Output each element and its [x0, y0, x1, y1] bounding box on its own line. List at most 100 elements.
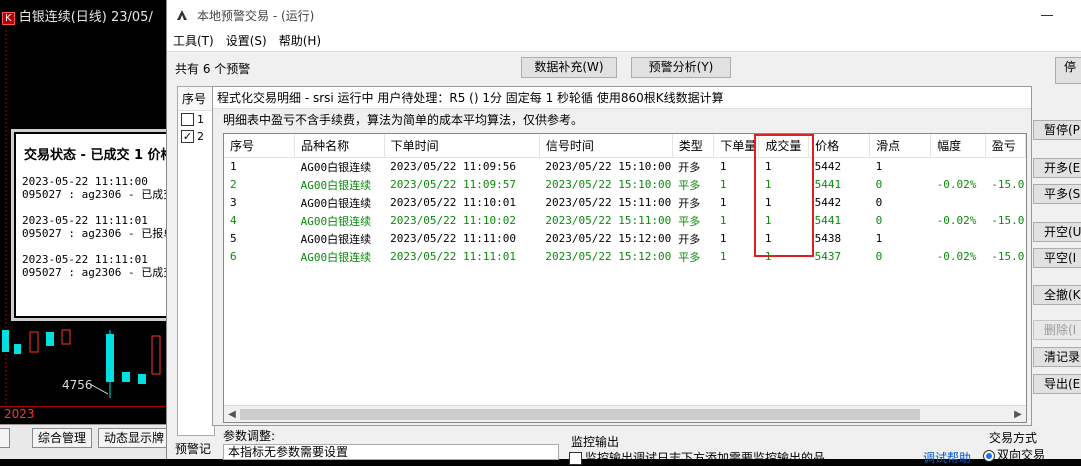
alert-list-row[interactable]: 1	[178, 111, 214, 128]
alert-analysis-button[interactable]: 预警分析(Y)	[631, 57, 731, 78]
cell: 1	[764, 232, 772, 245]
col-header-index[interactable]: 序号	[224, 134, 296, 158]
col-header-range[interactable]: 幅度	[930, 134, 986, 158]
cell	[931, 157, 986, 176]
stop-button[interactable]: 停	[1055, 57, 1081, 84]
cell: 平多	[678, 250, 701, 264]
monitor-output-text: 监控输出调试日志下方添加需要监控输出的品	[585, 451, 826, 465]
scrollbar-thumb[interactable]	[240, 409, 920, 420]
cell: 5441	[814, 214, 842, 227]
cell: AG00白银连续	[300, 178, 372, 192]
col-header-slippage[interactable]: 滑点	[869, 134, 932, 158]
cell: 5442	[814, 160, 842, 173]
trade-mode-option[interactable]: 双向交易	[983, 446, 1045, 463]
monitor-output-option[interactable]: 监控输出调试日志下方添加需要监控输出的品	[569, 449, 909, 466]
cell: 1	[719, 214, 727, 227]
table-row[interactable]: 1 AG00白银连续 2023/05/22 11:09:56 2023/05/22 1…	[224, 157, 1026, 176]
cell: -0.02%	[936, 214, 977, 227]
alert-record-label: 预警记	[175, 442, 212, 456]
col-header-filled-qty[interactable]: 成交量	[758, 134, 810, 158]
candle	[61, 329, 71, 345]
col-header-symbol[interactable]: 品种名称	[294, 134, 385, 158]
menu-settings[interactable]: 设置(S)	[220, 32, 273, 49]
pause-button[interactable]: 暂停(P	[1033, 120, 1081, 140]
cell	[931, 194, 986, 212]
cell: 1	[719, 196, 727, 209]
table-row[interactable]: 6 AG00白银连续 2023/05/22 11:11:01 2023/05/22 1…	[224, 248, 1026, 266]
alert-row-label: 1	[197, 113, 204, 126]
alert-checkbox-checked[interactable]: ✓	[181, 130, 194, 143]
cell: 1	[764, 250, 772, 263]
col-header-price[interactable]: 价格	[808, 134, 871, 158]
data-fill-button[interactable]: 数据补充(W)	[521, 57, 617, 78]
cell: 2023/05/22 15:12:00	[545, 250, 672, 263]
clear-records-button[interactable]: 清记录(	[1033, 347, 1081, 367]
alert-list-panel: 序号 1 ✓ 2	[177, 86, 215, 436]
horizontal-scrollbar[interactable]: ◀ ▶	[224, 405, 1026, 422]
trade-mode-radio[interactable]	[983, 449, 995, 462]
cell: 开多	[678, 232, 701, 246]
open-short-button[interactable]: 开空(U	[1033, 222, 1081, 242]
open-long-button[interactable]: 开多(E	[1033, 158, 1081, 178]
tab-dynamic-display[interactable]: 动态显示牌	[98, 428, 170, 448]
col-header-signal-time[interactable]: 信号时间	[539, 134, 673, 158]
tab-general-management[interactable]: 综合管理	[32, 428, 93, 448]
cell: 平多	[678, 178, 701, 192]
table-row[interactable]: 3 AG00白银连续 2023/05/22 11:10:01 2023/05/22 1…	[224, 194, 1026, 212]
trade-mode-label: 交易方式	[989, 431, 1038, 445]
low-price-label: 4756	[62, 378, 93, 392]
table-row[interactable]: 2 AG00白银连续 2023/05/22 11:09:57 2023/05/22 1…	[224, 176, 1026, 194]
tab-scroll-left[interactable]	[0, 428, 10, 448]
param-value-field: 本指标无参数需要设置	[223, 444, 559, 460]
col-header-pnl[interactable]: 盈亏	[985, 134, 1026, 158]
cell	[985, 194, 1025, 212]
col-header-order-qty[interactable]: 下单量	[713, 134, 760, 158]
cell: 5	[230, 232, 237, 245]
table-row[interactable]: 5 AG00白银连续 2023/05/22 11:11:00 2023/05/22 1…	[224, 230, 1026, 248]
bottom-tab-strip: 综合管理 动态显示牌	[0, 424, 170, 459]
debug-help-link[interactable]: 调试帮助	[923, 449, 971, 466]
monitor-output-label: 监控输出	[571, 435, 620, 449]
alert-checkbox[interactable]	[181, 113, 194, 126]
local-alert-trading-window: 本地预警交易 - (运行) 工具(T) 设置(S) 帮助(H) 共有 6 个预警…	[166, 0, 1081, 465]
scroll-left-icon[interactable]: ◀	[225, 408, 239, 421]
col-header-order-time[interactable]: 下单时间	[384, 134, 540, 158]
trade-detail-table: 序号 品种名称 下单时间 信号时间 类型 下单量 成交量 价格 滑点 幅度 盈亏	[223, 133, 1027, 423]
trade-status-title: 交易状态 - 已成交 1 价格	[24, 148, 174, 163]
close-short-button[interactable]: 平空(I	[1033, 248, 1081, 268]
minimize-icon[interactable]	[1041, 14, 1053, 16]
window-titlebar[interactable]: 本地预警交易 - (运行)	[167, 0, 1081, 30]
cancel-all-button[interactable]: 全撤(K	[1033, 285, 1081, 305]
cell: 5441	[814, 178, 842, 191]
scroll-right-icon[interactable]: ▶	[1011, 408, 1025, 421]
cell: 4	[230, 214, 237, 227]
cell: 2023/05/22 11:09:57	[390, 178, 517, 191]
cell: 5437	[814, 250, 842, 263]
cell	[985, 230, 1025, 248]
alert-list-row[interactable]: ✓ 2	[178, 128, 214, 145]
log-line: 2023-05-22 11:11:00	[22, 175, 148, 188]
trade-status-popup: 交易状态 - 已成交 1 价格 2023-05-22 11:11:00 09502…	[11, 129, 177, 321]
table-row[interactable]: 4 AG00白银连续 2023/05/22 11:10:02 2023/05/22 1…	[224, 212, 1026, 230]
candle	[46, 332, 54, 346]
close-long-button[interactable]: 平多(S	[1033, 184, 1081, 204]
export-button[interactable]: 导出(E)	[1033, 374, 1081, 394]
cell: 开多	[678, 196, 701, 210]
menu-tools[interactable]: 工具(T)	[167, 32, 220, 49]
cell: 0	[875, 214, 883, 227]
table-header-row: 序号 品种名称 下单时间 信号时间 类型 下单量 成交量 价格 滑点 幅度 盈亏	[224, 134, 1026, 158]
cell: -0.02%	[936, 178, 977, 191]
cell: 3	[230, 196, 237, 209]
delete-button[interactable]: 删除(I	[1033, 320, 1081, 340]
cell: 5438	[814, 232, 842, 245]
cell: 2023/05/22 15:11:00	[545, 214, 672, 227]
candle	[29, 331, 39, 353]
log-line: 095027 : ag2306 - 已报单	[22, 227, 175, 240]
cell	[931, 230, 986, 248]
trade-detail-panel: 程式化交易明细 - srsi 运行中 用户待处理：R5 () 1分 固定每 1 …	[212, 86, 1032, 426]
col-header-type[interactable]: 类型	[672, 134, 715, 158]
alert-count-summary: 共有 6 个预警	[175, 62, 251, 76]
cell: 开多	[678, 160, 701, 174]
menu-help[interactable]: 帮助(H)	[273, 32, 327, 49]
